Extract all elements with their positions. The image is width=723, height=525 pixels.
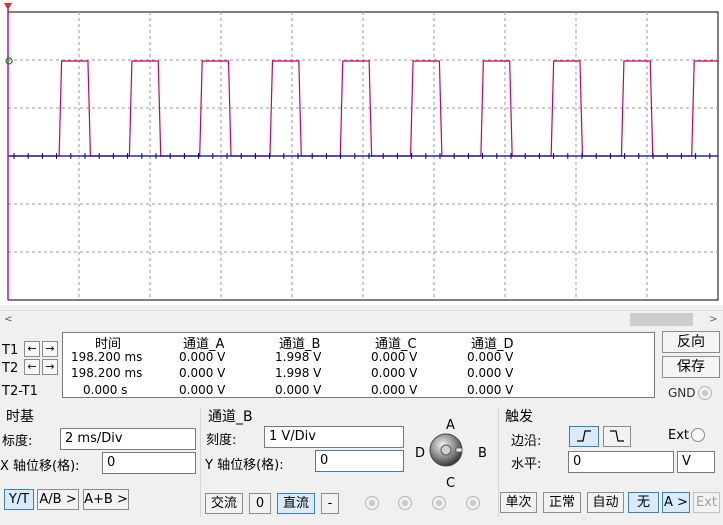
normal-trigger-button[interactable]: 正常	[543, 492, 581, 513]
dc-coupling-button[interactable]: 直流	[277, 493, 315, 514]
zero-coupling-button[interactable]: 0	[249, 493, 271, 514]
measurement-readout: 时间 通道_A 通道_B 通道_C 通道_D 198.200 ms 0.000 …	[62, 332, 655, 398]
diff-channel-c: 0.000 V	[371, 383, 418, 397]
scroll-thumb[interactable]	[630, 313, 693, 326]
t2-time: 198.200 ms	[71, 366, 143, 380]
knob-label-a: A	[446, 418, 455, 433]
gnd-label: GND	[668, 386, 696, 400]
gnd-radio[interactable]	[698, 386, 712, 400]
a-plus-b-mode-button[interactable]: A+B >	[83, 489, 129, 510]
x-position-label: X 轴位移(格):	[0, 459, 80, 474]
knob-label-d: D	[415, 446, 426, 461]
diff-channel-b: 0.000 V	[275, 383, 322, 397]
trigger-title: 触发	[505, 409, 533, 425]
timebase-title: 时基	[6, 409, 34, 425]
t1-label: T1	[2, 343, 19, 358]
channel-b-radio[interactable]	[398, 496, 412, 510]
reverse-button[interactable]: 反向	[662, 331, 720, 353]
channel-selector-knob-icon[interactable]	[428, 432, 464, 468]
trigger-level-unit[interactable]: V	[677, 451, 715, 473]
knob-label-c: C	[446, 476, 456, 491]
t2-channel-c: 0.000 V	[371, 366, 418, 380]
t1-time: 198.200 ms	[71, 350, 143, 364]
t2-channel-d: 0.000 V	[467, 366, 514, 380]
t2-label: T2	[2, 361, 19, 376]
timebase-scale-field[interactable]: 2 ms/Div	[60, 428, 196, 450]
t2-left-arrow-icon[interactable]: ←	[24, 359, 40, 375]
channel-a-radio[interactable]	[365, 496, 379, 510]
channel-c-radio[interactable]	[432, 496, 446, 510]
oscilloscope-screen[interactable]	[0, 0, 723, 305]
knob-label-b: B	[478, 446, 487, 461]
channel-title: 通道_B	[208, 409, 253, 425]
diff-time: 0.000 s	[83, 383, 128, 397]
t1-right-arrow-icon[interactable]: →	[42, 341, 58, 357]
y-position-field[interactable]: 0	[315, 450, 404, 472]
x-position-field[interactable]: 0	[102, 452, 196, 474]
rising-edge-button[interactable]	[569, 426, 599, 447]
t1-channel-a: 0.000 V	[179, 350, 226, 364]
falling-edge-button[interactable]	[603, 426, 631, 447]
t2-t1-label: T2-T1	[2, 384, 38, 399]
separator	[200, 407, 201, 517]
t1-channel-d: 0.000 V	[467, 350, 514, 364]
yt-mode-button[interactable]: Y/T	[4, 489, 34, 510]
channel-d-radio[interactable]	[466, 496, 480, 510]
y-position-label: Y 轴位移(格):	[205, 458, 284, 473]
t2-channel-b: 1.998 V	[275, 366, 322, 380]
ac-coupling-button[interactable]: 交流	[205, 493, 243, 514]
save-button[interactable]: 保存	[662, 356, 720, 378]
scroll-left-arrow-icon[interactable]: <	[0, 311, 17, 328]
none-trigger-button[interactable]: 无	[628, 492, 659, 513]
falling-edge-icon	[610, 430, 624, 442]
trigger-ext-button[interactable]: Ext	[693, 492, 720, 513]
t1-channel-b: 1.998 V	[275, 350, 322, 364]
ext-trigger-radio[interactable]	[691, 428, 705, 442]
cursor-panel: T1 ← → T2 ← → T2-T1 时间 通道_A 通道_B 通道_C 通道…	[0, 330, 723, 402]
t2-channel-a: 0.000 V	[179, 366, 226, 380]
channel-scale-field[interactable]: 1 V/Div	[264, 426, 404, 448]
waveform-display	[4, 3, 719, 301]
trigger-a-button[interactable]: A >	[662, 492, 690, 513]
trigger-edge-label: 边沿:	[511, 434, 542, 449]
ext-label: Ext	[668, 428, 690, 443]
invert-button[interactable]: -	[321, 493, 339, 514]
scroll-right-arrow-icon[interactable]: >	[705, 311, 722, 328]
ab-mode-button[interactable]: A/B >	[37, 489, 79, 510]
channel-scale-label: 刻度:	[206, 433, 237, 448]
auto-trigger-button[interactable]: 自动	[587, 492, 624, 513]
diff-channel-d: 0.000 V	[467, 383, 514, 397]
cursor-t1-handle	[4, 3, 12, 10]
rising-edge-icon	[577, 430, 591, 442]
t1-channel-c: 0.000 V	[371, 350, 418, 364]
t2-right-arrow-icon[interactable]: →	[42, 359, 58, 375]
separator	[498, 407, 499, 517]
single-trigger-button[interactable]: 单次	[500, 492, 537, 513]
trigger-level-field[interactable]: 0	[568, 451, 674, 473]
timebase-scale-label: 标度:	[2, 434, 33, 449]
diff-channel-a: 0.000 V	[179, 383, 226, 397]
t1-left-arrow-icon[interactable]: ←	[24, 341, 40, 357]
trigger-level-label: 水平:	[511, 457, 542, 472]
horizontal-scrollbar[interactable]: < >	[0, 310, 723, 327]
